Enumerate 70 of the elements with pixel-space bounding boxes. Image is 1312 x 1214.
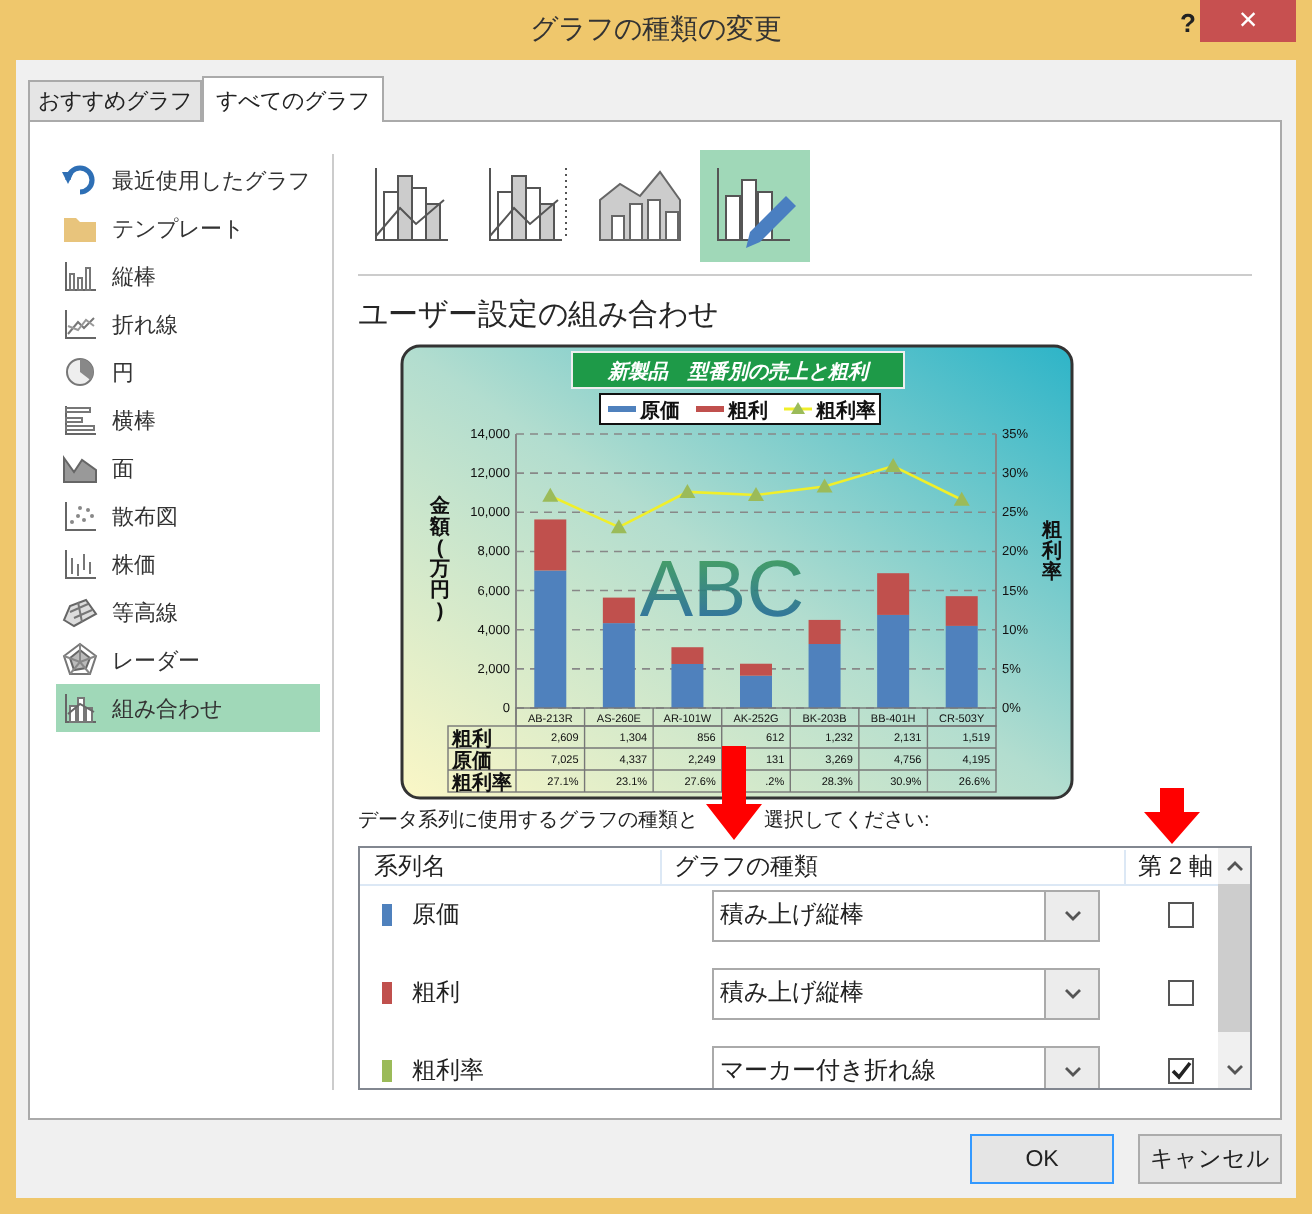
tab[interactable]: おすすめグラフ — [28, 80, 202, 120]
bar-chart-icon — [60, 402, 100, 438]
column-chart-icon — [60, 258, 100, 294]
chart-marker — [748, 487, 764, 502]
legend-label: 粗利 — [728, 401, 768, 423]
chart-type-item[interactable]: レーダー — [56, 636, 320, 684]
table-row-header: 原価 — [452, 751, 492, 773]
chart-marker — [542, 487, 559, 502]
chart-marker — [885, 458, 902, 473]
chart-type-dropdown[interactable]: 積み上げ縦棒 — [712, 967, 1100, 1019]
chevron-down-icon — [1063, 987, 1081, 999]
checkbox[interactable] — [1168, 980, 1194, 1006]
chart-type-item[interactable]: 折れ線 — [56, 300, 320, 348]
chart-subtype-button[interactable] — [700, 150, 810, 262]
chevron-down-icon — [1063, 909, 1081, 921]
series-name: 粗利 — [412, 976, 462, 1010]
table-row-header: 粗利 — [452, 729, 492, 751]
instruction-text: データ系列に使用するグラフの種類と — [358, 807, 698, 836]
legend-label: 原価 — [640, 401, 680, 423]
chart-marker — [953, 491, 970, 506]
chart-type-item[interactable]: 株価 — [56, 540, 320, 588]
area-chart-icon — [60, 450, 100, 486]
axis-title: 金額(万円) — [430, 496, 450, 623]
chevron-up-icon — [1225, 860, 1243, 872]
column-header: 第 2 軸 — [1136, 849, 1213, 883]
chart-type-item[interactable]: 散布図 — [56, 492, 320, 540]
chart-type-item[interactable]: 面 — [56, 444, 320, 492]
instruction-text: 選択してください: — [764, 808, 930, 836]
chart-marker — [816, 478, 833, 493]
undo-arrow-icon — [60, 162, 100, 198]
chart-type-dropdown[interactable]: 積み上げ縦棒 — [712, 889, 1100, 941]
chart-type-item[interactable]: 縦棒 — [56, 252, 320, 300]
window-title: グラフの種類の変更 — [530, 12, 782, 48]
column-chart-icon — [60, 546, 100, 582]
radar-chart-icon — [60, 642, 100, 678]
line-chart-icon — [60, 306, 100, 342]
chevron-down-icon — [1063, 1065, 1081, 1077]
section-heading: ユーザー設定の組み合わせ — [358, 296, 720, 336]
wordart-text: ABC — [639, 546, 805, 634]
table-row-header: 粗利率 — [452, 773, 512, 795]
chart-type-item[interactable]: 等高線 — [56, 588, 320, 636]
chart-marker — [679, 483, 696, 498]
close-button[interactable]: × — [1200, 0, 1296, 42]
legend-label: 粗利率 — [816, 401, 876, 423]
tab[interactable]: すべてのグラフ — [202, 76, 384, 122]
help-button[interactable]: ? — [1180, 8, 1196, 38]
chart-type-item[interactable]: 円 — [56, 348, 320, 396]
down-arrow — [1142, 788, 1202, 844]
chart-type-item[interactable]: 組み合わせ — [56, 684, 320, 732]
chart-type-item[interactable]: テンプレート — [56, 204, 320, 252]
surface-chart-icon — [60, 594, 100, 630]
chart-type-item[interactable]: 最近使用したグラフ — [56, 156, 320, 204]
scrollbar[interactable] — [1218, 848, 1250, 1088]
column-chart-icon — [60, 690, 100, 726]
series-name: 粗利率 — [412, 1054, 486, 1088]
chart-marker — [610, 519, 627, 534]
chart-title-banner: 新製品 型番別の売上と粗利 — [571, 351, 905, 389]
dialog-button[interactable]: OK — [970, 1134, 1114, 1184]
checkbox[interactable] — [1168, 902, 1194, 928]
chevron-down-icon — [1225, 1064, 1243, 1076]
pie-chart-icon — [60, 354, 100, 390]
series-name: 原価 — [412, 898, 462, 932]
dialog-button[interactable]: キャンセル — [1138, 1134, 1282, 1184]
column-header: 系列名 — [360, 849, 662, 883]
chart-type-dropdown[interactable]: マーカー付き折れ線 — [712, 1045, 1100, 1088]
checkbox[interactable] — [1168, 1058, 1194, 1084]
column-header: グラフの種類 — [662, 849, 1126, 883]
chart-type-item[interactable]: 横棒 — [56, 396, 320, 444]
scatter-chart-icon — [60, 498, 100, 534]
axis-title: 粗利率 — [1042, 520, 1062, 584]
